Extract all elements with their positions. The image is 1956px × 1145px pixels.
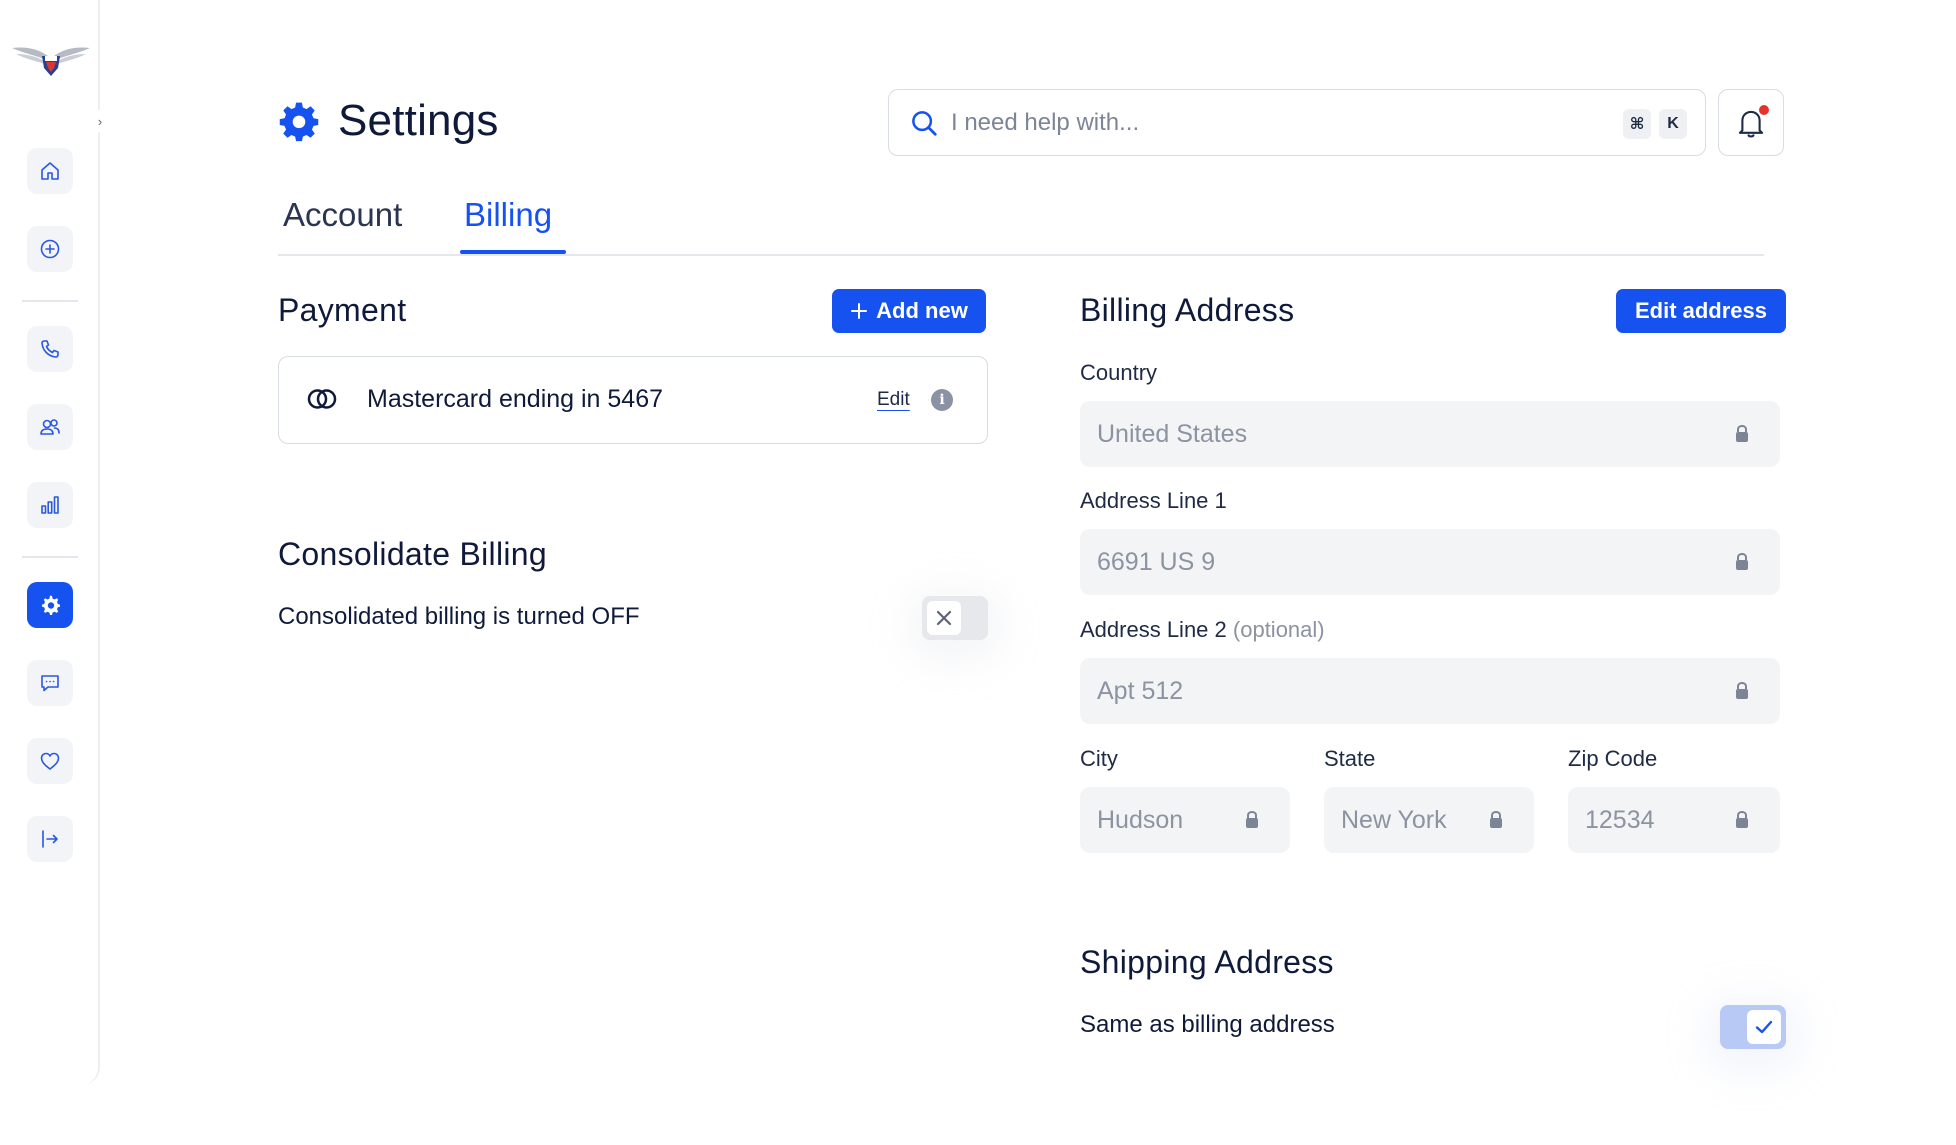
toggle-knob	[1747, 1010, 1781, 1044]
address-line2-field	[1080, 658, 1780, 724]
same-as-billing-label: Same as billing address	[1080, 1011, 1335, 1038]
lock-icon	[1736, 681, 1748, 699]
city-input[interactable]	[1097, 787, 1237, 853]
city-label: City	[1080, 746, 1118, 771]
home-icon	[41, 162, 59, 180]
add-payment-button[interactable]: Add new	[832, 289, 986, 333]
lock-icon	[1736, 424, 1748, 442]
chat-icon	[41, 675, 59, 692]
add-payment-label: Add new	[876, 298, 968, 323]
consolidate-billing-status: Consolidated billing is turned OFF	[278, 603, 640, 630]
notification-badge	[1759, 105, 1769, 115]
search-input[interactable]	[951, 108, 1591, 137]
phone-icon	[41, 340, 59, 358]
consolidate-billing-toggle[interactable]	[922, 596, 988, 640]
shortcut-cmd-key: ⌘	[1623, 109, 1651, 139]
sidebar-item-settings[interactable]	[27, 582, 73, 628]
settings-tabs: Account Billing	[278, 196, 1764, 256]
sidebar-item-reports[interactable]	[27, 482, 73, 528]
sidebar-divider	[22, 556, 78, 558]
address-line2-input[interactable]	[1097, 658, 1727, 724]
search-icon	[912, 110, 937, 136]
billing-address-heading: Billing Address	[1080, 292, 1295, 328]
shipping-address-heading: Shipping Address	[1080, 944, 1334, 980]
gear-icon	[42, 595, 60, 615]
help-search[interactable]: ⌘ K	[888, 89, 1706, 156]
logout-icon	[42, 830, 58, 848]
sidebar-item-messages[interactable]	[27, 660, 73, 706]
page-title: Settings	[338, 96, 499, 145]
tab-account[interactable]: Account	[283, 196, 402, 254]
address-line1-label: Address Line 1	[1080, 488, 1227, 513]
zip-field	[1568, 787, 1780, 853]
country-field	[1080, 401, 1780, 467]
sidebar: ›	[0, 0, 110, 1085]
plus-icon	[851, 303, 868, 319]
card-label: Mastercard ending in 5467	[367, 385, 664, 413]
sidebar-item-contacts[interactable]	[27, 404, 73, 450]
sidebar-divider	[22, 300, 78, 302]
eagle-logo	[10, 38, 92, 78]
active-tab-indicator	[460, 250, 566, 254]
notifications-button[interactable]	[1718, 89, 1784, 156]
toggle-knob	[927, 601, 961, 635]
state-label: State	[1324, 746, 1376, 771]
payment-method-row: Mastercard ending in 5467 Edit i	[278, 356, 988, 444]
city-field	[1080, 787, 1290, 853]
optional-hint: (optional)	[1232, 617, 1325, 642]
state-input[interactable]	[1341, 787, 1481, 853]
sidebar-item-logout[interactable]	[27, 816, 73, 862]
mastercard-icon	[307, 389, 337, 409]
state-field	[1324, 787, 1534, 853]
bar-chart-icon	[41, 496, 59, 514]
zip-input[interactable]	[1585, 787, 1727, 853]
sidebar-item-home[interactable]	[27, 148, 73, 194]
users-icon	[40, 419, 60, 435]
edit-address-label: Edit address	[1634, 298, 1768, 323]
info-icon[interactable]: i	[931, 389, 953, 411]
checkmark-icon	[1755, 1020, 1773, 1034]
consolidate-billing-heading: Consolidate Billing	[278, 536, 547, 572]
shortcut-k-key: K	[1659, 109, 1687, 139]
plus-circle-icon	[40, 239, 60, 259]
sidebar-expand-button[interactable]: ›	[90, 110, 110, 132]
edit-card-link[interactable]: Edit	[877, 389, 910, 411]
address-line1-input[interactable]	[1097, 529, 1727, 595]
sidebar-item-add[interactable]	[27, 226, 73, 272]
lock-icon	[1736, 552, 1748, 570]
address-line2-label-text: Address Line 2	[1080, 617, 1227, 642]
page-header: Settings	[278, 96, 499, 146]
same-as-billing-toggle[interactable]	[1720, 1005, 1786, 1049]
address-line1-field	[1080, 529, 1780, 595]
tab-billing[interactable]: Billing	[464, 196, 552, 254]
sidebar-item-calls[interactable]	[27, 326, 73, 372]
heart-icon	[40, 752, 60, 770]
address-line2-label: Address Line 2 (optional)	[1080, 617, 1325, 643]
country-input[interactable]	[1097, 401, 1727, 467]
lock-icon	[1490, 810, 1502, 828]
sidebar-item-favorites[interactable]	[27, 738, 73, 784]
lock-icon	[1246, 810, 1258, 828]
lock-icon	[1736, 810, 1748, 828]
edit-address-button[interactable]: Edit address	[1616, 289, 1786, 333]
payment-heading: Payment	[278, 292, 407, 328]
close-icon	[936, 610, 952, 626]
country-label: Country	[1080, 360, 1158, 385]
zip-label: Zip Code	[1568, 746, 1658, 771]
gear-icon	[279, 102, 319, 142]
